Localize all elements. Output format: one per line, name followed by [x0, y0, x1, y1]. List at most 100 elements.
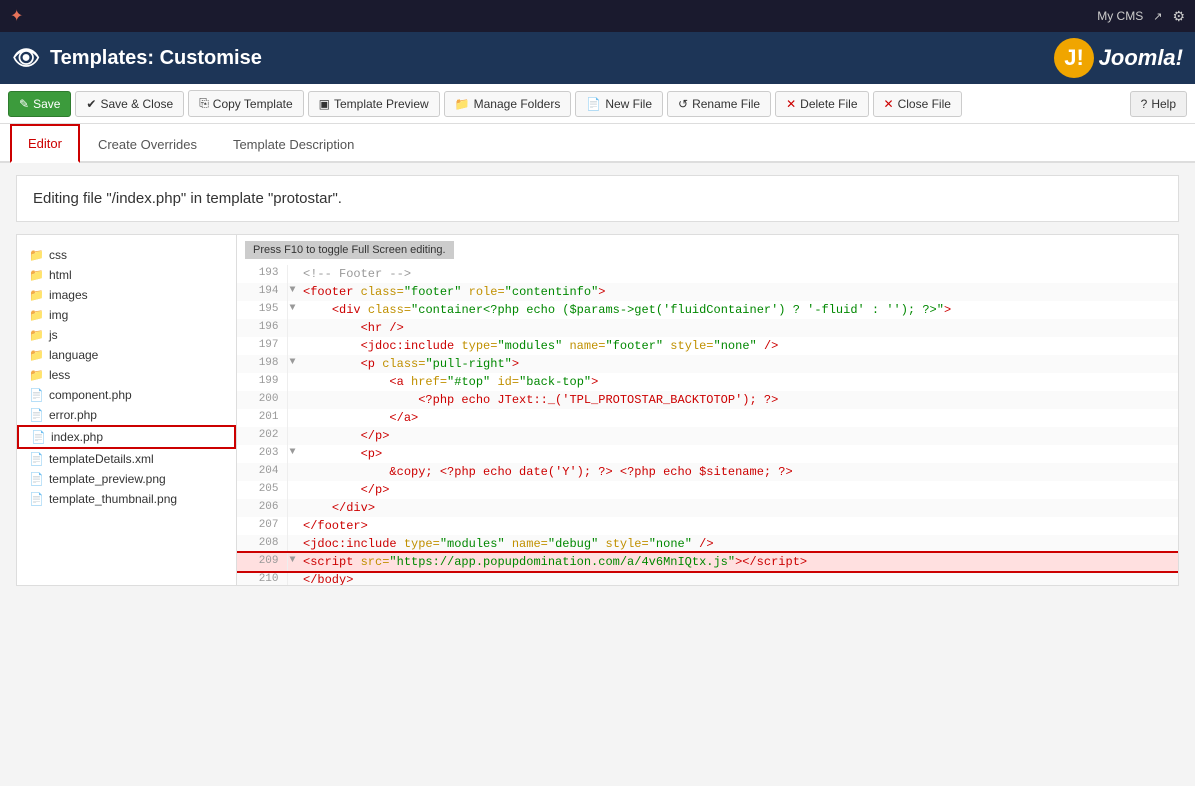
tree-folder-item[interactable]: 📁language [17, 345, 236, 365]
delete-file-button[interactable]: ✕ Delete File [775, 91, 868, 117]
line-number: 200 [237, 391, 287, 409]
line-number: 195 [237, 301, 287, 319]
line-number: 208 [237, 535, 287, 553]
line-code[interactable]: </body> [299, 571, 1178, 585]
line-number: 204 [237, 463, 287, 481]
line-arrow [287, 535, 299, 553]
line-number: 194 [237, 283, 287, 301]
tree-item-label: images [49, 288, 88, 302]
folder-icon: 📁 [29, 268, 44, 282]
line-number: 210 [237, 571, 287, 585]
line-arrow [287, 571, 299, 585]
tab-create-overrides[interactable]: Create Overrides [80, 125, 215, 162]
line-code[interactable]: </a> [299, 409, 1178, 427]
close-file-button[interactable]: ✕ Close File [873, 91, 962, 117]
template-preview-button[interactable]: ▣ Template Preview [308, 91, 440, 117]
table-row: 201 </a> [237, 409, 1178, 427]
editing-title: Editing file "/index.php" in template "p… [16, 175, 1179, 222]
line-code[interactable]: </footer> [299, 517, 1178, 535]
line-code[interactable]: <hr /> [299, 319, 1178, 337]
tree-file-item[interactable]: 📄 template_thumbnail.png [17, 489, 236, 509]
line-code[interactable]: <?php echo JText::_('TPL_PROTOSTAR_BACKT… [299, 391, 1178, 409]
line-code[interactable]: <footer class="footer" role="contentinfo… [299, 283, 1178, 301]
table-row: 195▼ <div class="container<?php echo ($p… [237, 301, 1178, 319]
line-arrow [287, 481, 299, 499]
tree-file-item[interactable]: 📄index.php [17, 425, 236, 449]
tree-folder-item[interactable]: 📁css [17, 245, 236, 265]
table-row: 207</footer> [237, 517, 1178, 535]
table-row: 203▼ <p> [237, 445, 1178, 463]
line-code[interactable]: <p class="pull-right"> [299, 355, 1178, 373]
mycms-link[interactable]: My CMS [1097, 9, 1143, 23]
copy-template-button[interactable]: ⎘ Copy Template [188, 90, 303, 117]
tree-file-item[interactable]: 📄component.php [17, 385, 236, 405]
tree-item-label: index.php [51, 430, 103, 444]
toolbar: ✎ Save ✔ Save & Close ⎘ Copy Template ▣ … [0, 84, 1195, 124]
help-button[interactable]: ? Help [1130, 91, 1187, 117]
joomla-text: Joomla! [1099, 45, 1183, 71]
table-row: 210 </body> [237, 571, 1178, 585]
tree-file-item[interactable]: 📄error.php [17, 405, 236, 425]
manage-folders-button[interactable]: 📁 Manage Folders [444, 91, 572, 117]
line-code[interactable]: <!-- Footer --> [299, 265, 1178, 283]
line-arrow [287, 427, 299, 445]
table-row: 199 <a href="#top" id="back-top"> [237, 373, 1178, 391]
line-code[interactable]: <script src="https://app.popupdomination… [299, 553, 1178, 571]
line-code[interactable]: <jdoc:include type="modules" name="debug… [299, 535, 1178, 553]
tree-item-label: template_thumbnail.png [49, 492, 177, 506]
tree-folder-item[interactable]: 📁images [17, 285, 236, 305]
line-code[interactable]: </p> [299, 481, 1178, 499]
rename-file-button[interactable]: ↺ Rename File [667, 91, 771, 117]
file-icon: 📄 [29, 408, 44, 422]
line-arrow [287, 517, 299, 535]
tree-file-item[interactable]: 📄template_preview.png [17, 469, 236, 489]
header-title: 👁 Templates: Customise [12, 45, 262, 71]
tree-folder-item[interactable]: 📁img [17, 305, 236, 325]
line-code[interactable]: </p> [299, 427, 1178, 445]
tree-file-item[interactable]: 📄templateDetails.xml [17, 449, 236, 469]
save-close-button[interactable]: ✔ Save & Close [75, 91, 184, 117]
line-code[interactable]: </div> [299, 499, 1178, 517]
svg-text:J!: J! [1064, 45, 1084, 70]
line-arrow [287, 319, 299, 337]
checkmark-icon: ✔ [86, 97, 96, 111]
code-editor[interactable]: Press F10 to toggle Full Screen editing.… [237, 235, 1178, 585]
line-arrow [287, 373, 299, 391]
line-arrow [287, 265, 299, 283]
table-row: 204 &copy; <?php echo date('Y'); ?> <?ph… [237, 463, 1178, 481]
page-title: Templates: Customise [50, 47, 262, 70]
line-code[interactable]: <jdoc:include type="modules" name="foote… [299, 337, 1178, 355]
tabs-bar: Editor Create Overrides Template Descrip… [0, 124, 1195, 163]
tree-folder-item[interactable]: 📁 html [17, 265, 236, 285]
tree-folder-item[interactable]: 📁js [17, 325, 236, 345]
tree-item-label: js [49, 328, 58, 342]
line-number: 198 [237, 355, 287, 373]
tree-item-label: css [49, 248, 67, 262]
gear-icon[interactable]: ⚙ [1172, 8, 1185, 25]
preview-icon: ▣ [319, 97, 330, 111]
line-code[interactable]: <a href="#top" id="back-top"> [299, 373, 1178, 391]
close-icon: ✕ [884, 97, 894, 111]
file-icon: 📄 [29, 492, 44, 506]
tree-folder-item[interactable]: 📁less [17, 365, 236, 385]
new-file-button[interactable]: 📄 New File [575, 91, 663, 117]
folder-icon: 📁 [29, 368, 44, 382]
line-code[interactable]: <div class="container<?php echo ($params… [299, 301, 1178, 319]
tree-item-label: html [49, 268, 72, 282]
external-link-icon: ↗ [1153, 10, 1162, 23]
line-arrow: ▼ [287, 283, 299, 301]
joomla-admin-icon: ✦ [10, 6, 23, 26]
tab-editor[interactable]: Editor [10, 124, 80, 163]
code-area[interactable]: 193<!-- Footer -->194▼<footer class="foo… [237, 265, 1178, 585]
line-number: 193 [237, 265, 287, 283]
line-code[interactable]: <p> [299, 445, 1178, 463]
delete-icon: ✕ [786, 97, 796, 111]
file-icon: 📄 [29, 472, 44, 486]
tree-item-label: templateDetails.xml [49, 452, 154, 466]
file-tree: 📁css📁html📁images📁img📁js📁language📁less📄co… [17, 235, 237, 585]
help-icon: ? [1141, 97, 1148, 111]
tab-template-description[interactable]: Template Description [215, 125, 372, 162]
line-arrow: ▼ [287, 445, 299, 463]
save-button[interactable]: ✎ Save [8, 91, 71, 117]
line-code[interactable]: &copy; <?php echo date('Y'); ?> <?php ec… [299, 463, 1178, 481]
